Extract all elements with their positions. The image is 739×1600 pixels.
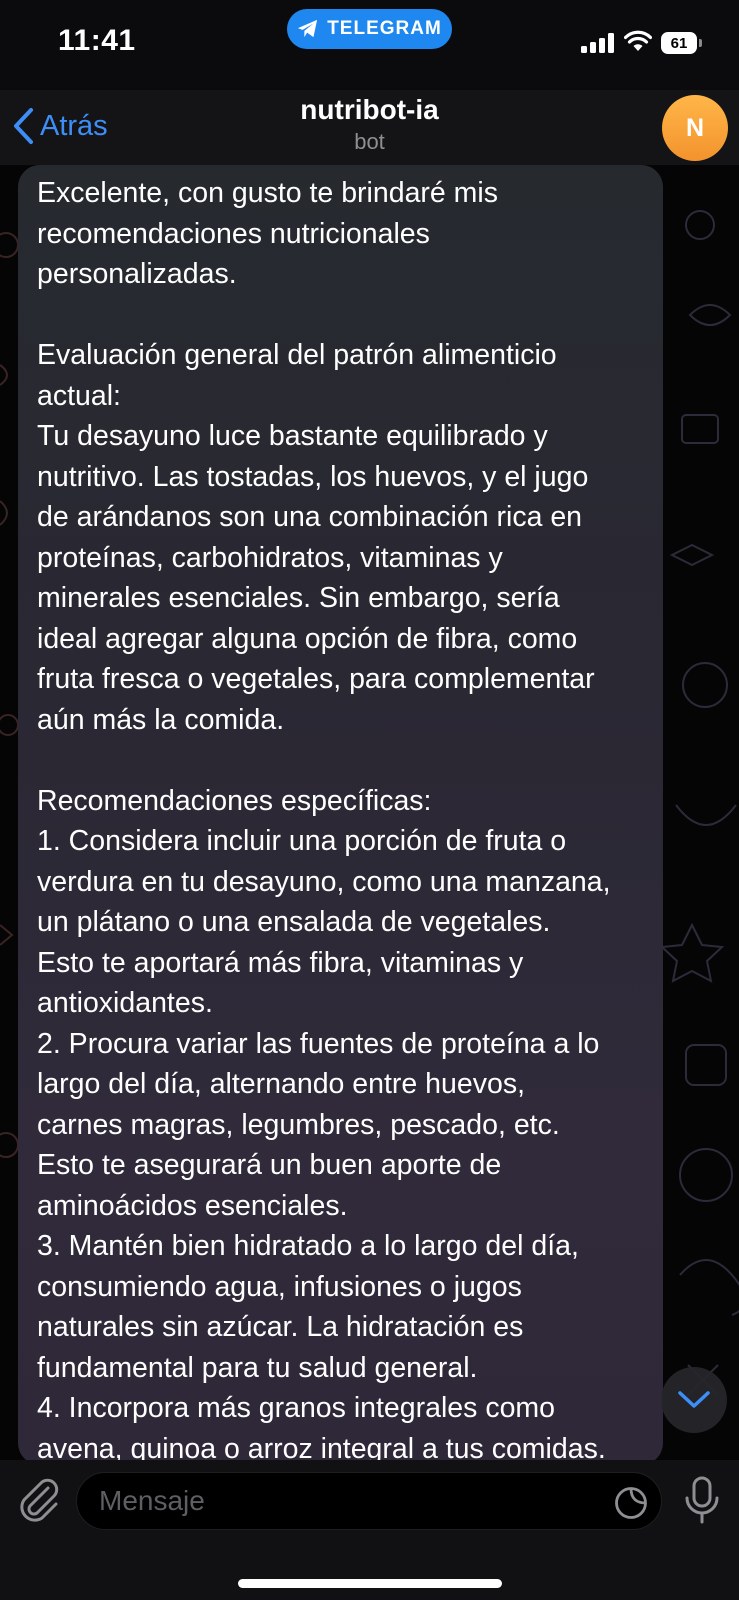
microphone-icon[interactable] bbox=[682, 1475, 722, 1525]
home-indicator bbox=[238, 1579, 502, 1588]
message-text: Excelente, con gusto te brindaré mis rec… bbox=[37, 177, 611, 1465]
sticker-icon[interactable] bbox=[614, 1486, 648, 1520]
battery-icon: 61 bbox=[661, 32, 697, 54]
signal-icon bbox=[581, 33, 614, 53]
status-bar: 11:41 TELEGRAM 61 bbox=[0, 0, 739, 90]
battery-level: 61 bbox=[670, 34, 688, 52]
status-time: 11:41 bbox=[58, 24, 136, 57]
paperclip-icon[interactable] bbox=[16, 1476, 62, 1522]
telegram-pill-label: TELEGRAM bbox=[327, 18, 442, 39]
chat-title: nutribot-ia bbox=[300, 94, 439, 125]
telegram-return-pill[interactable]: TELEGRAM bbox=[287, 9, 452, 49]
avatar[interactable]: N bbox=[662, 95, 728, 161]
telegram-chat-screen: 11:41 TELEGRAM 61 Atrás nutribot-ia bot … bbox=[0, 0, 739, 1600]
battery-tip bbox=[699, 39, 702, 47]
chat-subtitle: bot bbox=[354, 129, 385, 154]
telegram-icon bbox=[298, 19, 318, 38]
message-placeholder: Mensaje bbox=[99, 1485, 205, 1516]
back-label: Atrás bbox=[40, 109, 108, 142]
scroll-down-button[interactable] bbox=[661, 1367, 727, 1433]
back-button[interactable]: Atrás bbox=[12, 104, 108, 148]
chevron-down-icon bbox=[678, 1391, 710, 1408]
message-bubble[interactable]: Excelente, con gusto te brindaré mis rec… bbox=[18, 165, 663, 1465]
message-input-bar: Mensaje bbox=[0, 1460, 739, 1600]
message-input[interactable]: Mensaje bbox=[76, 1472, 662, 1530]
chat-header: Atrás nutribot-ia bot N bbox=[0, 90, 739, 165]
chevron-left-icon bbox=[14, 108, 33, 144]
chat-title-block[interactable]: nutribot-ia bot bbox=[220, 92, 519, 156]
wifi-icon bbox=[624, 30, 652, 51]
